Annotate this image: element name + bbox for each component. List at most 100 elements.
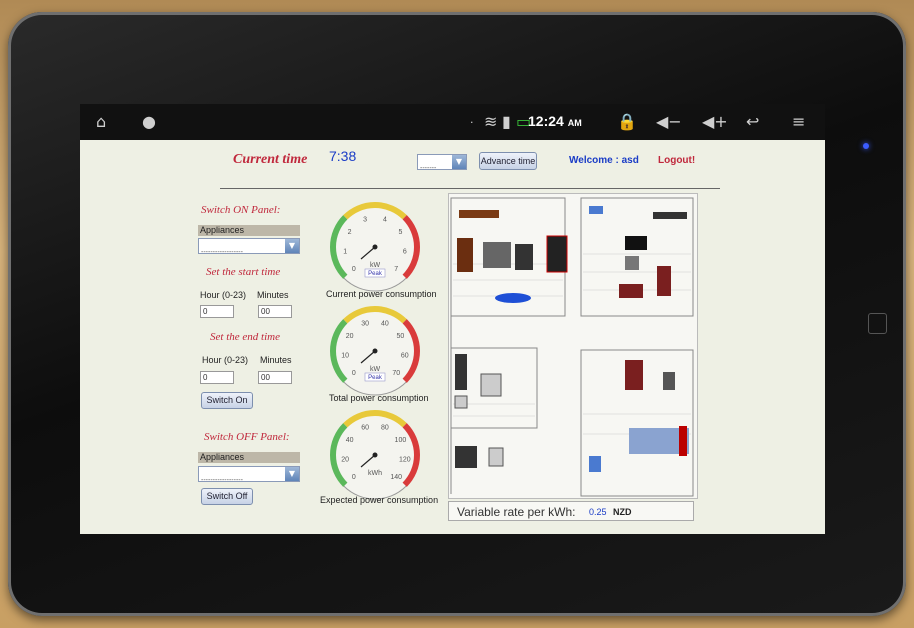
- house-floorplan[interactable]: [448, 193, 698, 499]
- tablet-screen: ⌂ ● · ≋ ▮ ▭ 12:24 AM 🔒 ◀− ◀+ ↩ ≡ Current…: [80, 104, 825, 534]
- gauge-tick-label: 3: [363, 217, 367, 224]
- heater[interactable]: [625, 256, 639, 270]
- cooktop[interactable]: [455, 446, 477, 468]
- end-minutes-label: Minutes: [260, 355, 292, 365]
- gauge-hub: [372, 244, 378, 250]
- gauge-tick-label: 70: [392, 370, 400, 377]
- end-hour-input[interactable]: 0: [200, 371, 234, 384]
- advance-time-button[interactable]: Advance time: [479, 152, 537, 170]
- end-time-title: Set the end time: [210, 331, 280, 343]
- gauge-tick-label: 2: [348, 229, 352, 236]
- appliances-label: Appliances: [198, 225, 300, 236]
- headboard: [679, 426, 687, 456]
- gauge-caption: Total power consumption: [329, 393, 429, 403]
- end-hour-label: Hour (0-23): [202, 355, 249, 365]
- gauge-tick-label: 140: [390, 474, 402, 481]
- computer[interactable]: [663, 372, 675, 390]
- gauge-tick-label: 20: [341, 456, 349, 463]
- appliance-off-select[interactable]: ------------------ ▼: [198, 466, 300, 484]
- volume-down-icon[interactable]: ◀−: [656, 112, 682, 131]
- chevron-down-icon: ▼: [285, 467, 299, 481]
- gauge-tick-label: 80: [381, 425, 389, 432]
- android-status-bar: ⌂ ● · ≋ ▮ ▭ 12:24 AM 🔒 ◀− ◀+ ↩ ≡: [80, 104, 825, 140]
- led-indicator: [863, 143, 869, 149]
- current-time-label: Current time: [233, 152, 308, 167]
- home-key[interactable]: [868, 313, 887, 334]
- back-icon[interactable]: ↩: [746, 112, 759, 131]
- stereo[interactable]: [653, 212, 687, 219]
- android-icon[interactable]: ●: [142, 112, 156, 131]
- gauge-tick-label: 0: [352, 370, 356, 377]
- start-hour-label: Hour (0-23): [200, 290, 247, 300]
- bin[interactable]: [488, 447, 504, 467]
- status-clock: 12:24 AM: [528, 113, 582, 129]
- gauge-tick-label: 100: [395, 437, 407, 444]
- picture-frame: [589, 206, 603, 214]
- gauge-tick-label: 120: [399, 456, 411, 463]
- gauge-peak-label: Peak: [368, 375, 383, 381]
- stove[interactable]: [483, 242, 511, 268]
- gauge-unit: kWh: [368, 470, 382, 477]
- gauge-tick-label: 10: [341, 352, 349, 359]
- appliance-on-select[interactable]: ------------------ ▼: [198, 238, 300, 256]
- header-divider: [220, 188, 720, 189]
- gauge-tick-label: 0: [352, 266, 356, 273]
- gauge-hub: [372, 348, 378, 354]
- fridge[interactable]: [457, 238, 473, 272]
- wardrobe[interactable]: [625, 360, 643, 390]
- switch-off-title: Switch OFF Panel:: [204, 431, 290, 443]
- start-minutes-label: Minutes: [257, 290, 289, 300]
- menu-icon[interactable]: ≡: [792, 112, 805, 131]
- home-icon[interactable]: ⌂: [96, 112, 106, 131]
- gauge-caption: Current power consumption: [326, 289, 437, 299]
- time-select[interactable]: ------- ▼: [417, 154, 467, 172]
- kitchen-cabinet[interactable]: [459, 210, 499, 218]
- start-minutes-input[interactable]: 00: [258, 305, 292, 318]
- rate-unit: NZD: [613, 507, 632, 517]
- toilet[interactable]: [454, 395, 468, 409]
- gauge-hub: [372, 452, 378, 458]
- dining-table[interactable]: [495, 293, 531, 303]
- washing-machine[interactable]: [480, 373, 502, 397]
- tv[interactable]: [625, 236, 647, 250]
- gauge-tick-label: 5: [398, 229, 402, 236]
- expected-power-gauge: 0 20 40 60 80 100 120 140 kWh: [330, 410, 420, 500]
- shower[interactable]: [455, 354, 467, 390]
- signal-icon: ▮: [502, 112, 511, 131]
- gauge-peak-label: Peak: [368, 271, 383, 277]
- rate-value: 0.25: [589, 507, 607, 517]
- switch-on-title: Switch ON Panel:: [201, 204, 281, 216]
- gauge-tick-label: 7: [394, 266, 398, 273]
- gauge-tick-label: 1: [343, 248, 347, 255]
- gauge-tick-label: 6: [403, 248, 407, 255]
- chair[interactable]: [589, 456, 601, 472]
- end-minutes-input[interactable]: 00: [258, 371, 292, 384]
- gauge-tick-label: 50: [397, 333, 405, 340]
- gauge-tick-label: 60: [361, 425, 369, 432]
- rate-label: Variable rate per kWh:: [457, 505, 576, 519]
- chevron-down-icon: ▼: [285, 239, 299, 253]
- gauge-tick-label: 40: [381, 321, 389, 328]
- volume-up-icon[interactable]: ◀+: [702, 112, 728, 131]
- switch-on-button[interactable]: Switch On: [201, 392, 253, 409]
- gauge-tick-label: 20: [346, 333, 354, 340]
- oven[interactable]: [515, 244, 533, 270]
- logout-link[interactable]: Logout!: [658, 155, 695, 166]
- start-hour-input[interactable]: 0: [200, 305, 234, 318]
- rate-panel: Variable rate per kWh: 0.25 NZD: [448, 501, 694, 521]
- floorplan-drawing: [450, 197, 694, 497]
- gauge-tick-label: 60: [401, 352, 409, 359]
- appliances-off-label: Appliances: [198, 452, 300, 463]
- current-time-value: 7:38: [329, 148, 357, 164]
- current-power-gauge: 0 1 2 3 4 5 6 7 kW Peak: [330, 202, 420, 292]
- cupboard[interactable]: [657, 266, 671, 296]
- gauge-tick-label: 30: [361, 321, 369, 328]
- gauge-tick-label: 4: [383, 217, 387, 224]
- chevron-down-icon: ▼: [452, 155, 466, 169]
- welcome-text: Welcome : asd: [569, 155, 639, 166]
- gauge-unit: kW: [370, 366, 381, 373]
- sofa[interactable]: [619, 284, 643, 298]
- gauge-caption: Expected power consumption: [320, 495, 439, 505]
- switch-off-button[interactable]: Switch Off: [201, 488, 253, 505]
- dishwasher[interactable]: [546, 235, 568, 273]
